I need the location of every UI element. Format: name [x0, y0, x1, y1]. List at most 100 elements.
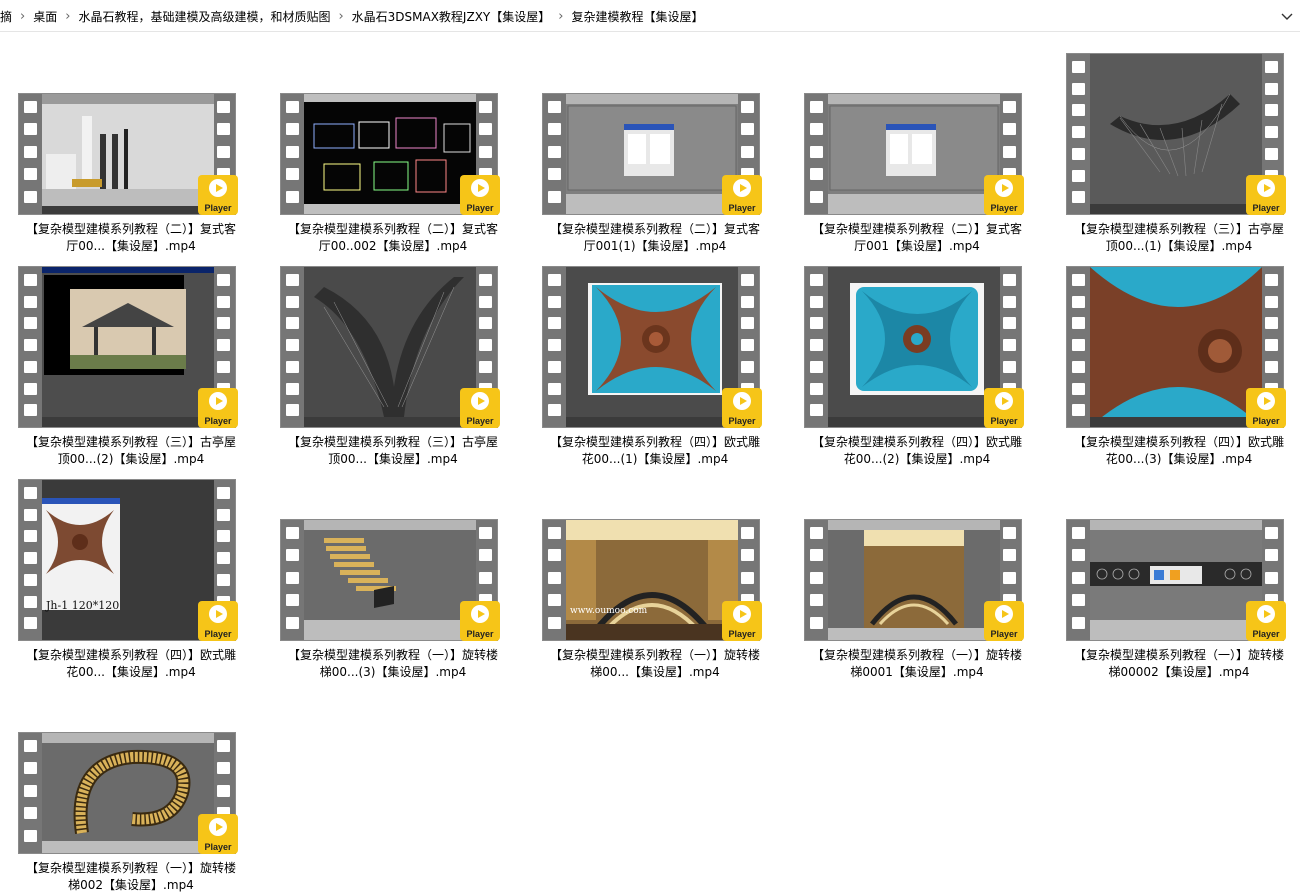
video-thumbnail[interactable]: Player	[18, 258, 238, 428]
chevron-right-icon[interactable]: ›	[61, 9, 74, 24]
film-hole	[217, 360, 230, 373]
file-name[interactable]: 【复杂模型建模系列教程（三）】古亭屋 顶00...(2)【集设屋】.mp4	[0, 434, 262, 468]
player-badge[interactable]: Player	[460, 388, 500, 428]
breadcrumb-item[interactable]: 桌面	[29, 8, 61, 25]
video-thumbnail[interactable]: Jh-1 120*120 Player	[18, 471, 238, 641]
player-badge[interactable]: Player	[198, 388, 238, 428]
video-thumbnail[interactable]: Player	[804, 258, 1024, 428]
player-badge[interactable]: Player	[1246, 601, 1286, 641]
file-name[interactable]: 【复杂模型建模系列教程（四）】欧式雕 花00...(3)【集设屋】.mp4	[1048, 434, 1300, 468]
player-label: Player	[990, 203, 1018, 213]
file-tile[interactable]: Player 【复杂模型建模系列教程（三）】古亭屋 顶00...(1)【集设屋】.m…	[1048, 45, 1300, 255]
file-tile[interactable]: Jh-1 120*120 Player 【复杂模型建模系列教程（四）】欧式雕 花00.…	[0, 471, 262, 681]
video-frame: www.oumoo.com	[566, 520, 738, 640]
film-hole	[217, 145, 230, 158]
file-name[interactable]: 【复杂模型建模系列教程（三）】古亭屋 顶00...(1)【集设屋】.mp4	[1048, 221, 1300, 255]
file-tile[interactable]: www.oumoo.com Player 【复杂模型建模系列教程（一）】旋转楼 梯00…	[524, 471, 786, 681]
film-hole	[286, 404, 299, 417]
player-badge[interactable]: Player	[198, 601, 238, 641]
video-thumbnail[interactable]: Player	[280, 471, 500, 641]
player-badge[interactable]: Player	[722, 175, 762, 215]
player-badge[interactable]: Player	[984, 388, 1024, 428]
file-tile[interactable]: Player 【复杂模型建模系列教程（一）】旋转楼 梯002【集设屋】.mp4	[0, 684, 262, 894]
file-name[interactable]: 【复杂模型建模系列教程（一）】旋转楼 梯00...(3)【集设屋】.mp4	[262, 647, 524, 681]
file-tile[interactable]: Player 【复杂模型建模系列教程（四）】欧式雕 花00...(2)【集设屋】.m…	[786, 258, 1048, 468]
player-badge[interactable]: Player	[722, 388, 762, 428]
breadcrumb-item-current[interactable]: 复杂建模教程【集设屋】	[567, 8, 707, 25]
breadcrumb-item[interactable]: 水晶石教程，基础建模及高级建模，和材质贴图	[74, 8, 334, 25]
video-frame-image	[566, 520, 738, 640]
player-badge[interactable]: Player	[198, 814, 238, 854]
film-hole	[1265, 295, 1278, 308]
file-tile[interactable]: Player 【复杂模型建模系列教程（一）】旋转楼 梯00...(3)【集设屋】.m…	[262, 471, 524, 681]
file-name[interactable]: 【复杂模型建模系列教程（四）】欧式雕 花00...(2)【集设屋】.mp4	[786, 434, 1048, 468]
file-tile[interactable]: Player 【复杂模型建模系列教程（二）】复式客 厅001(1)【集设屋】.mp4	[524, 45, 786, 255]
video-frame	[1090, 267, 1262, 427]
film-hole	[1072, 82, 1085, 95]
video-thumbnail[interactable]: Player	[804, 45, 1024, 215]
file-name[interactable]: 【复杂模型建模系列教程（二）】复式客 厅001【集设屋】.mp4	[786, 221, 1048, 255]
video-thumbnail[interactable]: Player	[280, 258, 500, 428]
video-thumbnail[interactable]: Player	[1066, 471, 1286, 641]
file-tile[interactable]: Player 【复杂模型建模系列教程（四）】欧式雕 花00...(1)【集设屋】.m…	[524, 258, 786, 468]
file-name[interactable]: 【复杂模型建模系列教程（一）】旋转楼 梯00...【集设屋】.mp4	[524, 647, 786, 681]
file-name[interactable]: 【复杂模型建模系列教程（四）】欧式雕 花00...【集设屋】.mp4	[0, 647, 262, 681]
file-name[interactable]: 【复杂模型建模系列教程（二）】复式客 厅00..002【集设屋】.mp4	[262, 221, 524, 255]
chevron-right-icon[interactable]: ›	[16, 9, 29, 24]
player-badge[interactable]: Player	[1246, 175, 1286, 215]
video-thumbnail[interactable]: Player	[542, 258, 762, 428]
video-frame	[42, 267, 214, 427]
file-tile[interactable]: Player 【复杂模型建模系列教程（二）】复式客 厅001【集设屋】.mp4	[786, 45, 1048, 255]
play-triangle-icon	[216, 823, 223, 831]
file-tile[interactable]: Player 【复杂模型建模系列教程（三）】古亭屋 顶00...(2)【集设屋】.m…	[0, 258, 262, 468]
film-hole	[1072, 360, 1085, 373]
file-tile[interactable]: Player 【复杂模型建模系列教程（二）】复式客 厅00..002【集设屋】.mp…	[262, 45, 524, 255]
video-thumbnail[interactable]: Player	[18, 45, 238, 215]
player-badge[interactable]: Player	[984, 601, 1024, 641]
file-name-line: 梯00...【集设屋】.mp4	[590, 665, 720, 679]
file-name[interactable]: 【复杂模型建模系列教程（一）】旋转楼 梯0001【集设屋】.mp4	[786, 647, 1048, 681]
file-name[interactable]: 【复杂模型建模系列教程（二）】复式客 厅00...【集设屋】.mp4	[0, 221, 262, 255]
video-frame	[42, 733, 214, 853]
video-thumbnail[interactable]: www.oumoo.com Player	[542, 471, 762, 641]
video-frame-image	[304, 267, 476, 427]
video-thumbnail[interactable]: Player	[18, 684, 238, 854]
chevron-right-icon[interactable]: ›	[334, 9, 347, 24]
chevron-right-icon[interactable]: ›	[554, 9, 567, 24]
player-badge[interactable]: Player	[460, 601, 500, 641]
file-name[interactable]: 【复杂模型建模系列教程（三）】古亭屋 顶00...【集设屋】.mp4	[262, 434, 524, 468]
file-name[interactable]: 【复杂模型建模系列教程（一）】旋转楼 梯00002【集设屋】.mp4	[1048, 647, 1300, 681]
player-badge[interactable]: Player	[198, 175, 238, 215]
player-badge[interactable]: Player	[984, 175, 1024, 215]
breadcrumb-item[interactable]: 水晶石3DSMAX教程JZXY【集设屋】	[348, 8, 555, 25]
player-badge[interactable]: Player	[1246, 388, 1286, 428]
file-tile[interactable]: Player 【复杂模型建模系列教程（四）】欧式雕 花00...(3)【集设屋】.m…	[1048, 258, 1300, 468]
file-tile[interactable]: Player 【复杂模型建模系列教程（一）】旋转楼 梯00002【集设屋】.mp4	[1048, 471, 1300, 681]
file-name-line: 厅00..002【集设屋】.mp4	[318, 239, 468, 253]
film-hole	[810, 527, 823, 539]
file-name-line: 花00...【集设屋】.mp4	[66, 665, 196, 679]
video-thumbnail[interactable]: Player	[1066, 45, 1286, 215]
file-name[interactable]: 【复杂模型建模系列教程（二）】复式客 厅001(1)【集设屋】.mp4	[524, 221, 786, 255]
player-badge[interactable]: Player	[722, 601, 762, 641]
video-thumbnail[interactable]: Player	[1066, 258, 1286, 428]
film-hole	[24, 552, 37, 565]
player-badge[interactable]: Player	[460, 175, 500, 215]
file-tile[interactable]: Player 【复杂模型建模系列教程（三）】古亭屋 顶00...【集设屋】.mp4	[262, 258, 524, 468]
file-name[interactable]: 【复杂模型建模系列教程（一）】旋转楼 梯002【集设屋】.mp4	[0, 860, 262, 894]
video-thumbnail[interactable]: Player	[804, 471, 1024, 641]
film-hole	[1072, 61, 1085, 73]
film-hole	[24, 784, 37, 797]
video-thumbnail[interactable]: Player	[280, 45, 500, 215]
file-tile[interactable]: Player 【复杂模型建模系列教程（一）】旋转楼 梯0001【集设屋】.mp4	[786, 471, 1048, 681]
file-tile[interactable]: Player 【复杂模型建模系列教程（二）】复式客 厅00...【集设屋】.mp4	[0, 45, 262, 255]
file-name-line: 【复杂模型建模系列教程（四）】欧式雕	[25, 648, 236, 662]
film-hole	[286, 190, 299, 203]
breadcrumb-item[interactable]: 摘	[0, 8, 16, 25]
video-thumbnail[interactable]: Player	[542, 45, 762, 215]
file-name[interactable]: 【复杂模型建模系列教程（四）】欧式雕 花00...(1)【集设屋】.mp4	[524, 434, 786, 468]
chevron-down-icon[interactable]	[1280, 9, 1294, 23]
video-frame	[1090, 520, 1262, 640]
address-bar[interactable]: 摘 › 桌面 › 水晶石教程，基础建模及高级建模，和材质贴图 › 水晶石3DSM…	[0, 0, 1300, 32]
file-name-line: 【复杂模型建模系列教程（一）】旋转楼	[549, 648, 760, 662]
